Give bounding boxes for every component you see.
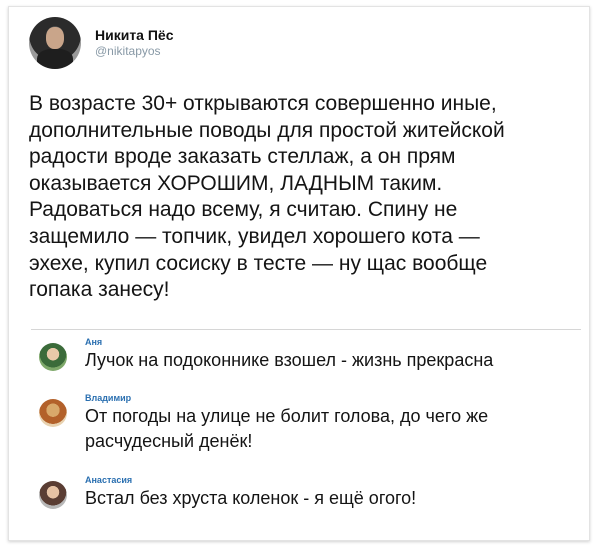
avatar-body	[37, 49, 73, 69]
avatar-face	[46, 27, 64, 49]
reply-avatar[interactable]	[39, 399, 67, 427]
author-names: Никита Пёс @nikitapyos	[95, 27, 174, 59]
reply-text: Встал без хруста коленок - я ещё огого!	[85, 488, 417, 508]
reply-text: Лучок на подоконнике взошел - жизнь прек…	[85, 350, 494, 370]
reply-item: Владимир От погоды на улице не болит гол…	[39, 393, 488, 454]
reply-avatar[interactable]	[39, 481, 67, 509]
divider	[31, 329, 581, 330]
tweet-card: Никита Пёс @nikitapyos В возрасте 30+ от…	[8, 6, 590, 541]
author-avatar[interactable]	[29, 17, 81, 69]
reply-author-name[interactable]: Владимир	[85, 393, 488, 404]
reply-author-name[interactable]: Анастасия	[85, 475, 416, 486]
author-handle[interactable]: @nikitapyos	[95, 44, 174, 59]
reply-body: Владимир От погоды на улице не болит гол…	[85, 393, 488, 454]
reply-body: Анастасия Встал без хруста коленок - я е…	[85, 475, 416, 511]
reply-author-name[interactable]: Аня	[85, 337, 493, 348]
author-display-name[interactable]: Никита Пёс	[95, 27, 174, 44]
reply-item: Аня Лучок на подоконнике взошел - жизнь …	[39, 337, 493, 373]
reply-avatar[interactable]	[39, 343, 67, 371]
tweet-header: Никита Пёс @nikitapyos	[29, 17, 174, 69]
reply-body: Аня Лучок на подоконнике взошел - жизнь …	[85, 337, 493, 373]
reply-text: От погоды на улице не болит голова, до ч…	[85, 406, 489, 451]
reply-item: Анастасия Встал без хруста коленок - я е…	[39, 475, 416, 511]
tweet-text: В возрасте 30+ открываются совершенно ин…	[29, 92, 505, 302]
